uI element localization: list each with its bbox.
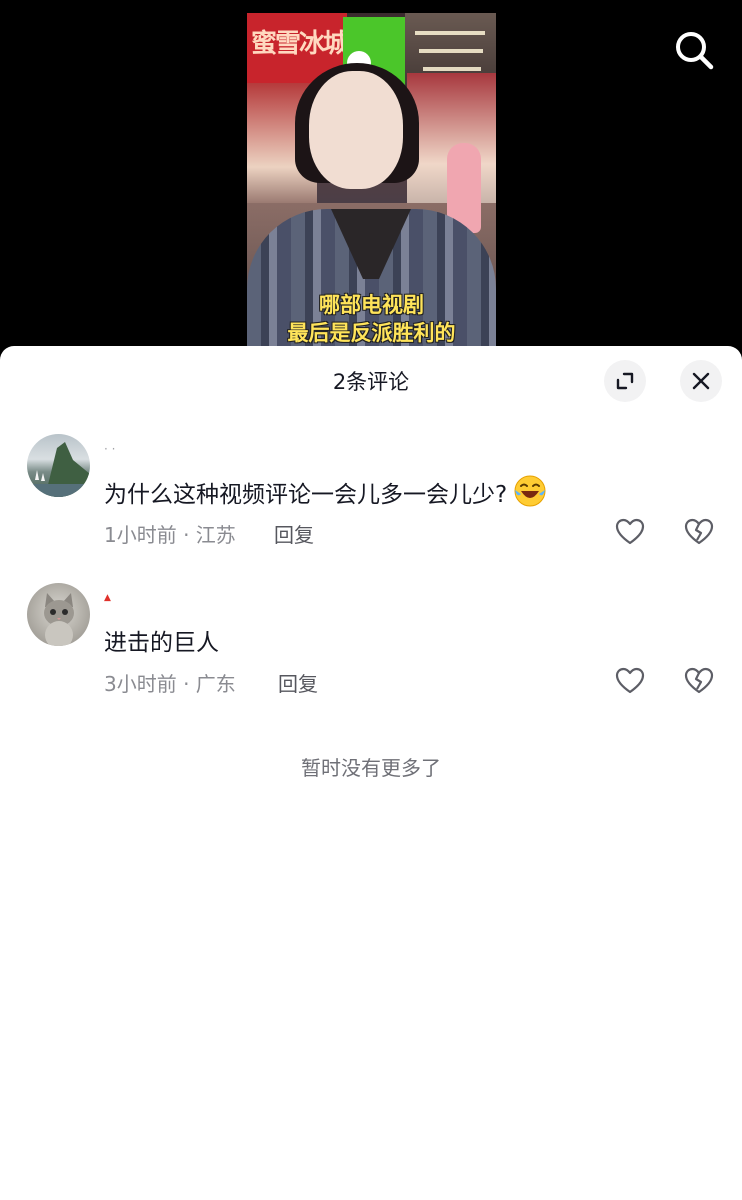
- expand-icon: [616, 372, 634, 390]
- ceiling-light: [419, 49, 483, 53]
- store-sign-text: 蜜雪冰城: [251, 29, 349, 59]
- comment-meta: 3小时前 · 广东: [104, 672, 236, 696]
- laughing-tears-emoji: [514, 475, 546, 507]
- avatar[interactable]: [27, 583, 90, 646]
- broken-heart-icon: [684, 518, 714, 545]
- video-frame[interactable]: 蜜雪冰城 哪部电视剧 最后是反派胜利的: [247, 13, 496, 348]
- comment-text: 进击的巨人: [104, 630, 219, 656]
- reply-button[interactable]: 回复: [278, 668, 318, 697]
- video-area[interactable]: 蜜雪冰城 哪部电视剧 最后是反派胜利的: [0, 0, 742, 360]
- search-button[interactable]: [672, 28, 716, 72]
- ceiling-light: [423, 67, 481, 71]
- heart-icon: [615, 667, 645, 694]
- like-button[interactable]: [614, 665, 646, 697]
- close-button[interactable]: [680, 360, 722, 402]
- search-icon: [676, 32, 714, 70]
- comment-item: · · 为什么这种视频评论一会儿多一会儿少? 1小时前 · 江苏 回复: [0, 434, 742, 547]
- video-caption-line2: 最后是反派胜利的: [287, 321, 456, 345]
- close-icon: [692, 372, 710, 390]
- dislike-button[interactable]: [683, 665, 715, 697]
- dislike-button[interactable]: [683, 516, 715, 548]
- no-more-comments: 暂时没有更多了: [301, 756, 441, 780]
- comment-meta: 1小时前 · 江苏: [104, 523, 236, 547]
- mountain-photo: [27, 442, 90, 497]
- expand-button[interactable]: [604, 360, 646, 402]
- video-caption-line1: 哪部电视剧: [319, 293, 424, 317]
- comment-username[interactable]: · ·: [104, 442, 115, 456]
- like-button[interactable]: [614, 516, 646, 548]
- comment-item: ▲ 进击的巨人 3小时前 · 广东 回复: [0, 583, 742, 696]
- heart-icon: [615, 518, 645, 545]
- cat-photo: [44, 593, 74, 646]
- comment-text-content: 为什么这种视频评论一会儿多一会儿少?: [104, 482, 508, 508]
- comment-username[interactable]: ▲: [104, 593, 111, 603]
- broken-heart-icon: [684, 667, 714, 694]
- avatar[interactable]: [27, 434, 90, 497]
- comment-text: 为什么这种视频评论一会儿多一会儿少?: [104, 474, 547, 509]
- reply-button[interactable]: 回复: [274, 519, 314, 548]
- person-face: [309, 71, 403, 189]
- ceiling-light: [415, 31, 485, 35]
- comment-sheet: 2条评论 · · 为什么这种视频评论一会儿多一会儿少? 1小时前 · 江苏 回复…: [0, 346, 742, 1200]
